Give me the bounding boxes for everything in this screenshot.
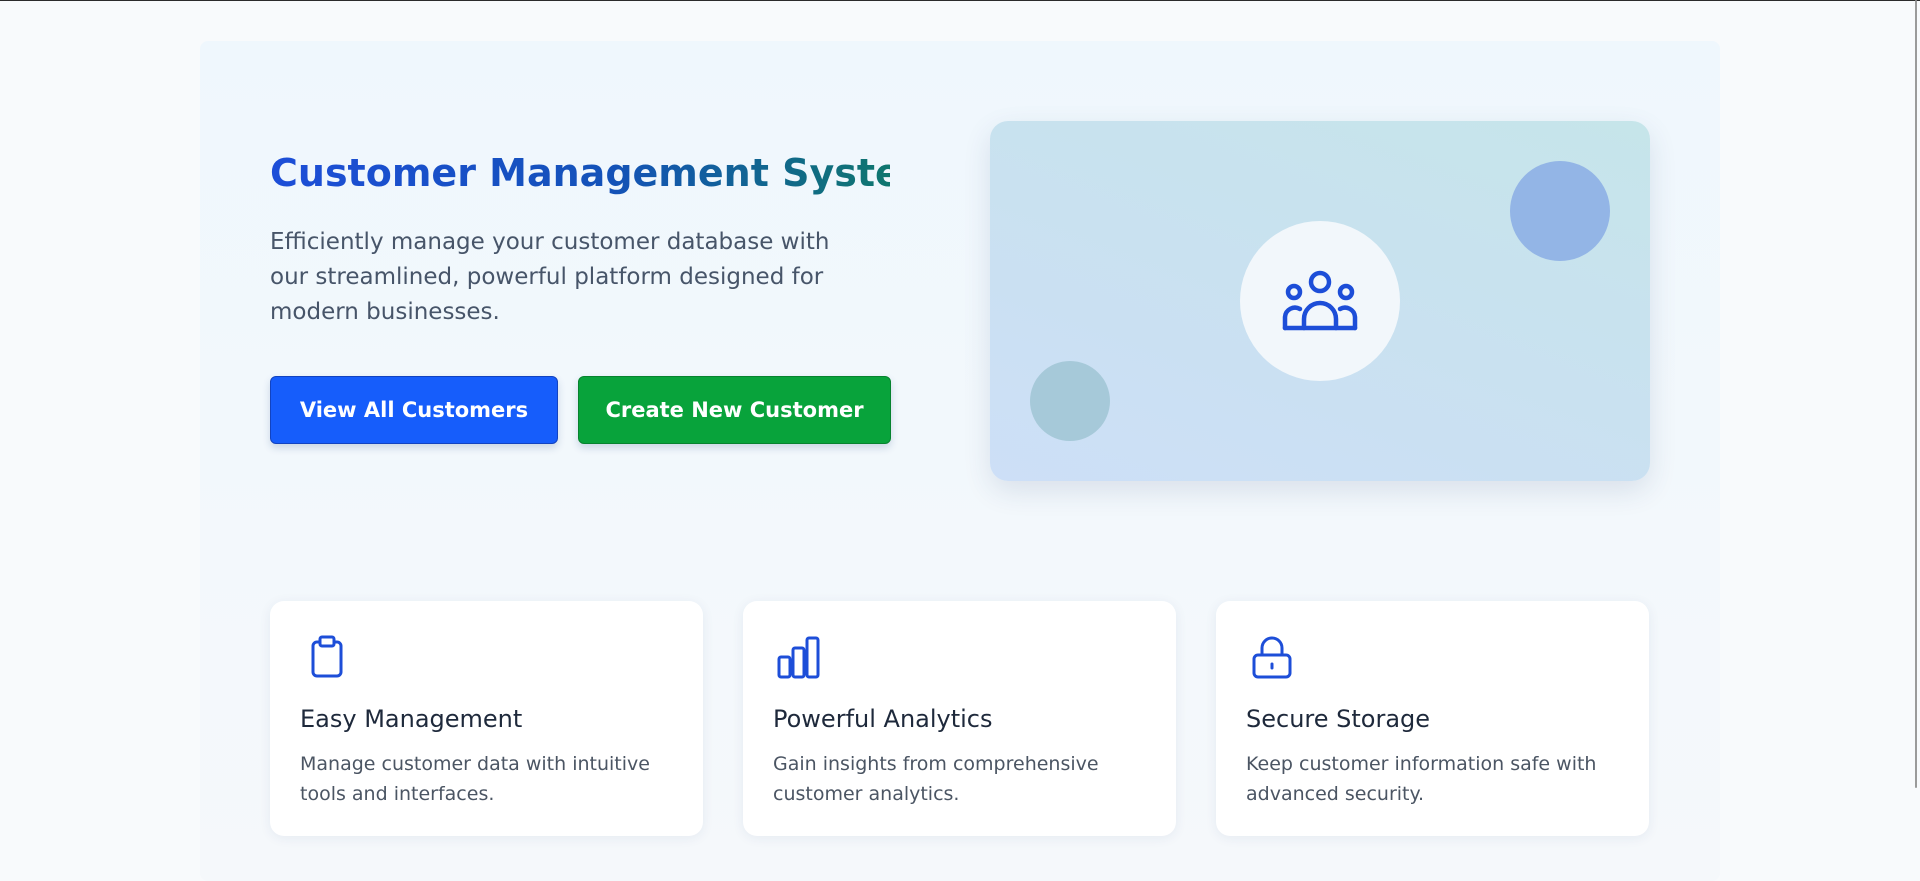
feature-card-powerful-analytics: Powerful Analytics Gain insights from co… (743, 601, 1176, 836)
hero-actions: View All Customers Create New Customer (270, 376, 891, 444)
clipboard-icon (311, 635, 343, 678)
feature-description: Gain insights from comprehensive custome… (773, 753, 1099, 805)
hero-section: Customer Management System Efficiently m… (270, 151, 941, 330)
users-group-icon (1282, 270, 1358, 331)
feature-title: Powerful Analytics (773, 705, 993, 733)
decorative-circle-large (1510, 161, 1610, 261)
window-top-border (0, 0, 1920, 1)
hero-illustration (990, 121, 1650, 481)
feature-card-easy-management: Easy Management Manage customer data wit… (270, 601, 703, 836)
hero-subtitle: Efficiently manage your customer databas… (270, 229, 830, 325)
view-all-customers-button[interactable]: View All Customers (270, 376, 558, 444)
lock-icon (1252, 636, 1292, 679)
create-new-customer-button[interactable]: Create New Customer (578, 376, 891, 444)
feature-cards: Easy Management Manage customer data wit… (270, 601, 1649, 836)
feature-title: Easy Management (300, 705, 523, 733)
feature-description: Manage customer data with intuitive tool… (300, 753, 650, 805)
page-title: Customer Management System (270, 151, 941, 195)
feature-title: Secure Storage (1246, 705, 1431, 733)
landing-page: Customer Management System Efficiently m… (200, 41, 1720, 881)
bar-chart-icon (777, 636, 820, 679)
decorative-circle-small (1030, 361, 1110, 441)
illustration-icon-badge (1240, 221, 1400, 381)
page-scrollbar[interactable] (1914, 0, 1920, 790)
feature-description: Keep customer information safe with adva… (1246, 753, 1597, 805)
scrollbar-thumb[interactable] (1915, 0, 1917, 788)
feature-card-secure-storage: Secure Storage Keep customer information… (1216, 601, 1649, 836)
